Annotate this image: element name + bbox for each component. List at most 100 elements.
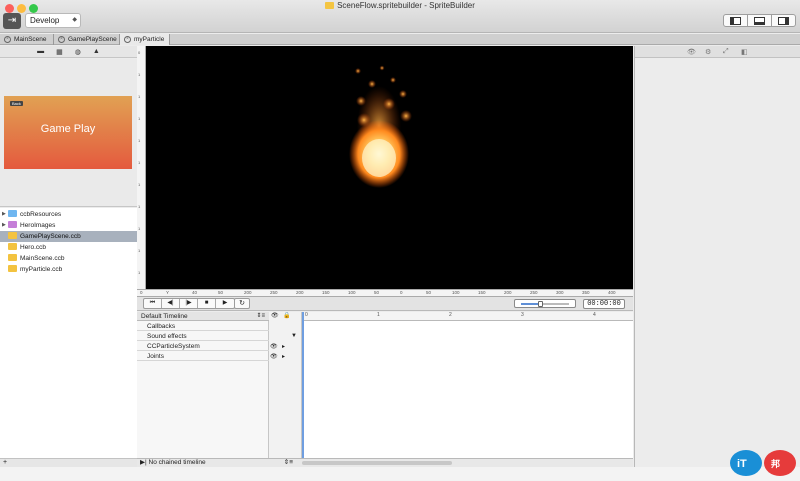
globe-icon[interactable]: ◍	[75, 48, 81, 56]
resource-toolbar: ▬ ▦ ◍ ▲	[0, 46, 137, 58]
ruler-tick-label: 1	[138, 72, 141, 77]
file-list-item[interactable]: myParticle.ccb	[0, 264, 137, 275]
folder-icon	[8, 210, 17, 217]
document-tab-bar: × MainScene × GamePlayScene × myParticle	[0, 34, 800, 45]
expand-icon[interactable]: ▼	[291, 333, 297, 339]
timeline-tracks-list: Default Timeline ⇕≡ Callbacks Sound effect…	[137, 312, 269, 458]
timeline-selector[interactable]: Default Timeline ⇕≡	[137, 312, 269, 321]
inspector-panel: 👁 ⚙ ⤢ ◧	[634, 46, 800, 467]
timeline-tick-label: 4	[593, 312, 596, 318]
resource-preview: Back Game Play	[0, 59, 137, 207]
timeline-keyframe-area[interactable]: 0 1 2 3 4	[302, 312, 633, 458]
file-list-item[interactable]: ▶ HeroImages	[0, 220, 137, 231]
ruler-tick-label: 50	[374, 290, 380, 295]
timeline-tick-label: 1	[377, 312, 380, 318]
stage-canvas[interactable]	[146, 46, 633, 289]
timeline-visibility-column: 👁 🔒 ▼ 👁 ▸ 👁 ▸	[269, 312, 302, 458]
title-bar: SceneFlow.spritebuilder - SpriteBuilder …	[0, 0, 800, 33]
step-forward-icon[interactable]: |▶	[180, 299, 198, 308]
physics-icon[interactable]: ◧	[741, 48, 748, 56]
tab-mainscene[interactable]: × MainScene	[0, 34, 54, 45]
close-tab-icon[interactable]: ×	[4, 36, 11, 43]
track-name: Sound effects	[147, 333, 187, 340]
warning-icon[interactable]: ▲	[93, 48, 100, 55]
disclosure-triangle-icon[interactable]: ▶	[2, 220, 6, 231]
timeline-footer: ▶| No chained timeline ⇕≡	[137, 458, 633, 467]
stop-icon[interactable]: ■	[198, 299, 216, 308]
timeline-icon: ▶|	[140, 459, 149, 466]
file-list-item[interactable]: GamePlayScene.ccb	[0, 231, 137, 242]
ruler-tick-label: 0	[140, 290, 143, 295]
step-back-icon[interactable]: ◀|	[162, 299, 180, 308]
timeline-scrollbar[interactable]	[302, 461, 452, 465]
ccb-file-icon	[8, 265, 17, 272]
preview-thumbnail: Back Game Play	[4, 96, 132, 169]
ruler-tick-label: 300	[556, 290, 564, 295]
file-list-item[interactable]: MainScene.ccb	[0, 253, 137, 264]
settings-icon[interactable]: ⚙	[705, 48, 711, 56]
publish-button[interactable]: ⇥	[3, 13, 21, 29]
file-name: myParticle.ccb	[20, 266, 63, 273]
file-name: MainScene.ccb	[20, 255, 65, 262]
ruler-tick-label: 1	[138, 160, 141, 165]
expand-icon[interactable]: ▸	[282, 353, 285, 360]
timeline-ruler[interactable]: 0 1 2 3 4	[302, 312, 633, 321]
timeline-track-row[interactable]: Callbacks	[137, 322, 269, 331]
ruler-tick-label: 1	[138, 226, 141, 231]
file-name: ccbResources	[20, 211, 62, 218]
ccb-file-icon	[8, 254, 17, 261]
ruler-tick-label: 250	[270, 290, 278, 295]
ruler-tick-label: 1	[138, 94, 141, 99]
folder-icon[interactable]: ▬	[37, 48, 44, 55]
timeline-scale-slider[interactable]	[514, 299, 576, 308]
eye-icon[interactable]: 👁	[687, 48, 696, 56]
ruler-tick-label: 100	[452, 290, 460, 295]
scheme-select[interactable]: Develop ◆	[25, 13, 81, 28]
timeline-playhead[interactable]	[302, 312, 304, 458]
link-icon[interactable]: ⤢	[723, 48, 729, 56]
track-name: Callbacks	[147, 323, 176, 330]
folder-icon	[8, 221, 17, 228]
expand-icon[interactable]: ▸	[282, 343, 285, 350]
ccb-file-icon	[8, 243, 17, 250]
ruler-tick-label: 1	[138, 182, 141, 187]
vertical-ruler: 0 1 1 1 1 1 1 1 1 1 1	[137, 46, 146, 289]
close-tab-icon[interactable]: ×	[124, 36, 131, 43]
close-tab-icon[interactable]: ×	[58, 36, 65, 43]
file-list-item[interactable]: ▶ ccbResources	[0, 209, 137, 220]
jump-start-icon[interactable]: ⏮	[144, 299, 162, 308]
window-title: SceneFlow.spritebuilder - SpriteBuilder	[0, 1, 800, 10]
ccb-file-icon	[8, 232, 17, 239]
timeline-track-row[interactable]: Sound effects	[137, 332, 269, 341]
eye-icon[interactable]: 👁	[270, 353, 278, 360]
ruler-tick-label: 200	[296, 290, 304, 295]
eye-icon[interactable]: 👁	[270, 343, 278, 350]
file-list-item[interactable]: Hero.ccb	[0, 242, 137, 253]
toggle-bottom-panel-button[interactable]	[748, 15, 772, 26]
toggle-right-panel-button[interactable]	[772, 15, 795, 26]
timeline-track-row[interactable]: Joints	[137, 352, 269, 361]
ruler-tick-label: 1	[138, 116, 141, 121]
ruler-tick-label: 0	[400, 290, 403, 295]
eye-icon: 👁	[271, 313, 279, 319]
tab-myparticle[interactable]: × myParticle	[120, 34, 170, 45]
inspector-toolbar: 👁 ⚙ ⤢ ◧	[635, 46, 800, 58]
preview-title: Game Play	[40, 123, 96, 135]
view-toggle-group	[723, 14, 796, 27]
add-resource-button[interactable]: +	[0, 458, 137, 467]
timeline-track-row[interactable]: CCParticleSystem	[137, 342, 269, 351]
play-icon[interactable]: ▶	[216, 299, 234, 308]
tab-gameplayscene[interactable]: × GamePlayScene	[54, 34, 120, 45]
grid-icon[interactable]: ▦	[56, 48, 63, 56]
toggle-left-panel-button[interactable]	[724, 15, 748, 26]
svg-text:邦: 邦	[771, 458, 780, 469]
ruler-tick-label: 200	[244, 290, 252, 295]
disclosure-triangle-icon[interactable]: ▶	[2, 209, 6, 220]
ithome-logo: iT 邦	[730, 450, 796, 476]
lock-icon: 🔒	[283, 313, 291, 319]
chevron-updown-icon: ◆	[72, 17, 77, 23]
ruler-tick-label: 200	[504, 290, 512, 295]
chained-timeline-select[interactable]: ▶| No chained timeline ⇕≡	[137, 459, 297, 467]
loop-icon[interactable]: ↻	[234, 298, 250, 309]
slider-knob[interactable]	[538, 301, 544, 307]
